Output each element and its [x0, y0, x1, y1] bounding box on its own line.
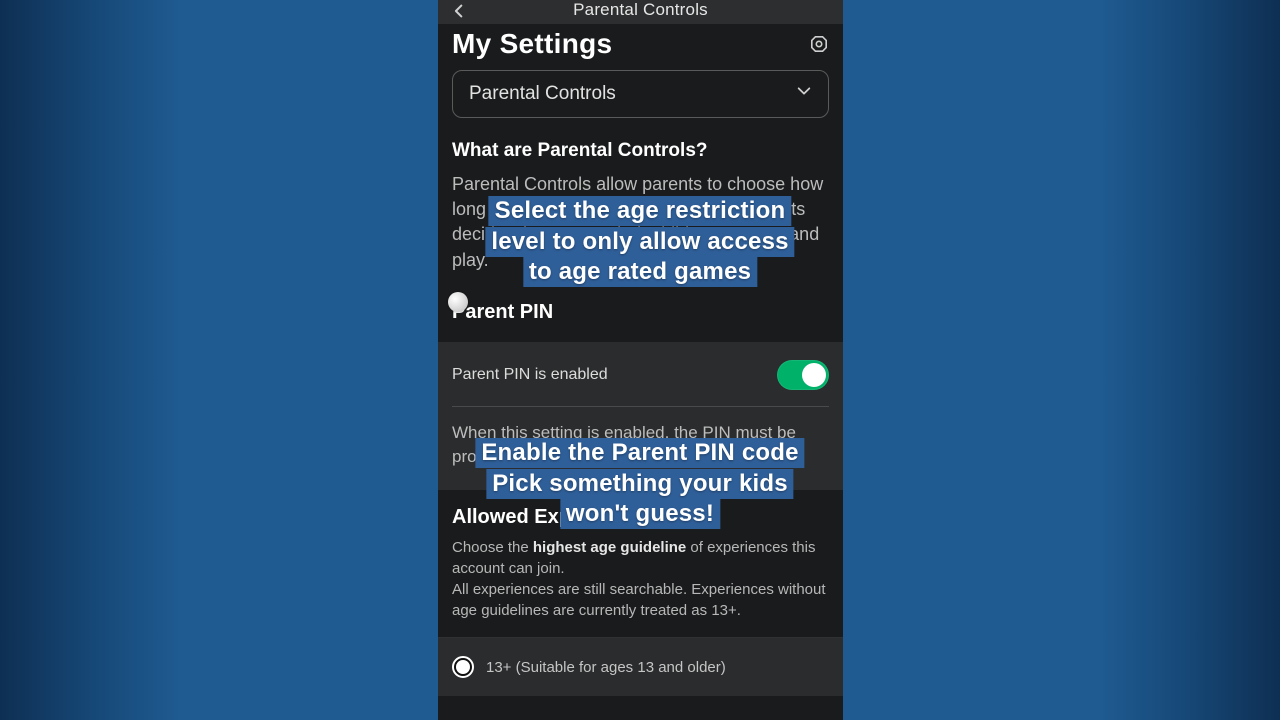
navbar: Parental Controls	[438, 0, 843, 24]
caption-top-text: Select the age restriction level to only…	[485, 196, 794, 287]
category-select[interactable]: Parental Controls	[452, 70, 829, 118]
parent-pin-toggle-label: Parent PIN is enabled	[452, 366, 608, 384]
allowed-desc-prefix: Choose the	[452, 539, 533, 556]
age-option-13-label: 13+ (Suitable for ages 13 and older)	[486, 659, 726, 676]
allowed-experiences-desc: Choose the highest age guideline of expe…	[438, 537, 843, 637]
category-select-label: Parental Controls	[469, 83, 616, 105]
what-are-title: What are Parental Controls?	[438, 118, 843, 172]
toggle-knob	[802, 363, 826, 387]
radio-icon	[452, 656, 474, 678]
heading-row: My Settings	[438, 24, 843, 70]
parent-pin-toggle-row: Parent PIN is enabled	[438, 342, 843, 406]
navbar-title: Parental Controls	[450, 0, 831, 20]
age-option-13[interactable]: 13+ (Suitable for ages 13 and older)	[438, 637, 843, 696]
video-frame: Parental Controls My Settings Parental C…	[0, 0, 1280, 720]
allowed-desc-bold: highest age guideline	[533, 539, 686, 556]
caption-mid: Enable the Parent PIN code Pick somethin…	[475, 438, 804, 530]
chevron-down-icon	[796, 83, 812, 105]
cursor-indicator	[448, 292, 468, 312]
page-title: My Settings	[452, 28, 612, 60]
phone-screen: Parental Controls My Settings Parental C…	[438, 0, 843, 720]
settings-page: My Settings Parental Controls What are P…	[438, 24, 843, 696]
category-select-wrap: Parental Controls	[438, 70, 843, 118]
caption-mid-text: Enable the Parent PIN code Pick somethin…	[475, 438, 804, 529]
parent-pin-toggle[interactable]	[777, 360, 829, 390]
robux-icon[interactable]	[809, 34, 829, 54]
parent-pin-title: Parent PIN	[438, 295, 843, 336]
back-button[interactable]	[450, 2, 468, 20]
caption-top: Select the age restriction level to only…	[485, 196, 794, 288]
